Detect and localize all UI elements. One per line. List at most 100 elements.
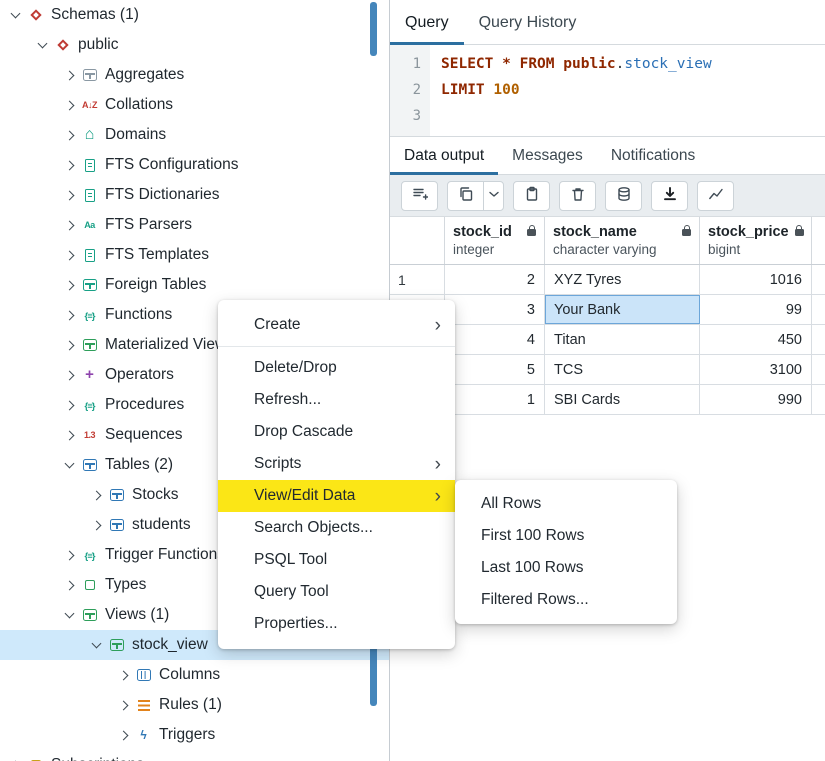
copy-dropdown-button[interactable] [483, 180, 504, 211]
chevron-right-icon[interactable] [64, 190, 75, 200]
tree-item-triggers[interactable]: Triggers [0, 720, 389, 750]
column-name: stock_id [453, 224, 512, 240]
menu-item-refresh[interactable]: Refresh... [218, 384, 455, 416]
chevron-down-icon[interactable] [37, 38, 48, 49]
menu-item-label: Scripts [254, 455, 302, 472]
grid-cell[interactable]: TCS [545, 355, 700, 384]
submenu-item-filtered-rows[interactable]: Filtered Rows... [455, 584, 677, 616]
chevron-right-icon[interactable] [64, 70, 75, 80]
menu-item-search-objects[interactable]: Search Objects... [218, 512, 455, 544]
column-header-stock-id[interactable]: stock_id integer [445, 217, 545, 264]
chevron-right-icon[interactable] [64, 130, 75, 140]
tree-item-rules-1[interactable]: Rules (1) [0, 690, 389, 720]
tree-item-fts-configurations[interactable]: FTS Configurations [0, 150, 389, 180]
tree-item-fts-parsers[interactable]: Aa FTS Parsers [0, 210, 389, 240]
chevron-right-icon[interactable] [64, 370, 75, 380]
lock-icon [527, 224, 536, 236]
chevron-right-icon[interactable] [64, 160, 75, 170]
tab-query-history[interactable]: Query History [464, 0, 592, 44]
grid-cell[interactable]: 3100 [700, 355, 812, 384]
menu-item-properties[interactable]: Properties... [218, 608, 455, 640]
save-data-button[interactable] [605, 180, 642, 211]
editor-code[interactable]: SELECT * FROM public.stock_view LIMIT 100 [430, 45, 712, 136]
chevron-right-icon[interactable] [64, 250, 75, 260]
chevron-right-icon[interactable] [64, 430, 75, 440]
grid-cell[interactable]: 990 [700, 385, 812, 414]
column-header-stock-price[interactable]: stock_price bigint [700, 217, 812, 264]
column-header-stock-name[interactable]: stock_name character varying [545, 217, 700, 264]
tab-data-output[interactable]: Data output [390, 137, 499, 175]
chevron-right-icon[interactable] [91, 520, 102, 530]
chevron-down-icon[interactable] [10, 8, 21, 19]
chevron-right-icon[interactable] [118, 700, 129, 710]
tree-item-label: Subscriptions [51, 756, 144, 761]
submenu-item-first-100-rows[interactable]: First 100 Rows [455, 520, 677, 552]
schemas-icon [27, 8, 44, 23]
chevron-down-icon[interactable] [91, 638, 102, 649]
line-number: 3 [412, 108, 421, 124]
menu-item-drop-cascade[interactable]: Drop Cascade [218, 416, 455, 448]
submenu-item-all-rows[interactable]: All Rows [455, 488, 677, 520]
save-data-icon [616, 186, 632, 205]
chevron-right-icon[interactable] [64, 550, 75, 560]
tree-item-foreign-tables[interactable]: Foreign Tables [0, 270, 389, 300]
menu-item-create[interactable]: Create › [218, 309, 455, 341]
menu-item-query-tool[interactable]: Query Tool [218, 576, 455, 608]
row-number[interactable]: 1 [390, 265, 445, 294]
subscriptions-icon [27, 758, 44, 761]
chevron-right-icon[interactable] [64, 310, 75, 320]
chevron-right-icon[interactable] [64, 400, 75, 410]
tree-item-label: stock_view [132, 636, 208, 653]
tree-item-public[interactable]: public [0, 30, 389, 60]
tree-item-aggregates[interactable]: Aggregates [0, 60, 389, 90]
add-row-icon [412, 186, 428, 205]
tree-item-fts-templates[interactable]: FTS Templates [0, 240, 389, 270]
grid-cell[interactable]: Titan [545, 325, 700, 354]
menu-item-psql-tool[interactable]: PSQL Tool [218, 544, 455, 576]
tree-item-fts-dictionaries[interactable]: FTS Dictionaries [0, 180, 389, 210]
chevron-right-icon[interactable] [118, 670, 129, 680]
chevron-right-icon[interactable] [91, 490, 102, 500]
copy-button[interactable] [447, 180, 484, 211]
delete-row-button[interactable] [559, 180, 596, 211]
tree-item-subscriptions[interactable]: Subscriptions [0, 750, 389, 761]
menu-item-scripts[interactable]: Scripts › [218, 448, 455, 480]
chevron-right-icon[interactable] [64, 100, 75, 110]
grid-cell[interactable]: XYZ Tyres [545, 265, 700, 294]
tree-item-columns[interactable]: Columns [0, 660, 389, 690]
grid-cell[interactable]: 1 [445, 385, 545, 414]
chevron-down-icon[interactable] [64, 458, 75, 469]
grid-cell[interactable]: 5 [445, 355, 545, 384]
chart-button[interactable] [697, 180, 734, 211]
tree-item-domains[interactable]: Domains [0, 120, 389, 150]
tree-item-collations[interactable]: A↓Z Collations [0, 90, 389, 120]
tab-query[interactable]: Query [390, 0, 464, 45]
grid-cell[interactable]: 3 [445, 295, 545, 324]
grid-cell[interactable]: 1016 [700, 265, 812, 294]
chevron-down-icon[interactable] [64, 608, 75, 619]
add-row-button[interactable] [401, 180, 438, 211]
sql-editor[interactable]: 1 2 3 SELECT * FROM public.stock_view LIMIT… [390, 45, 825, 137]
tree-scrollbar-thumb[interactable] [370, 2, 377, 56]
grid-cell[interactable]: SBI Cards [545, 385, 700, 414]
grid-cell[interactable]: Your Bank [545, 295, 700, 324]
chevron-right-icon[interactable] [64, 580, 75, 590]
grid-cell[interactable]: 2 [445, 265, 545, 294]
fts-dictionaries-icon [81, 188, 98, 203]
download-csv-button[interactable] [651, 180, 688, 211]
grid-cell[interactable]: 4 [445, 325, 545, 354]
tab-messages[interactable]: Messages [498, 137, 597, 174]
paste-button[interactable] [513, 180, 550, 211]
chevron-right-icon[interactable] [64, 220, 75, 230]
grid-cell[interactable]: 450 [700, 325, 812, 354]
chevron-right-icon[interactable] [64, 280, 75, 290]
menu-item-view-edit-data[interactable]: View/Edit Data › [218, 480, 455, 512]
tab-notifications[interactable]: Notifications [597, 137, 709, 174]
chevron-right-icon[interactable] [64, 340, 75, 350]
chevron-right-icon[interactable] [118, 730, 129, 740]
submenu-item-last-100-rows[interactable]: Last 100 Rows [455, 552, 677, 584]
tree-item-label: Procedures [105, 396, 185, 413]
grid-cell[interactable]: 99 [700, 295, 812, 324]
menu-item-delete-drop[interactable]: Delete/Drop [218, 352, 455, 384]
tree-item-schemas-1[interactable]: Schemas (1) [0, 0, 389, 30]
